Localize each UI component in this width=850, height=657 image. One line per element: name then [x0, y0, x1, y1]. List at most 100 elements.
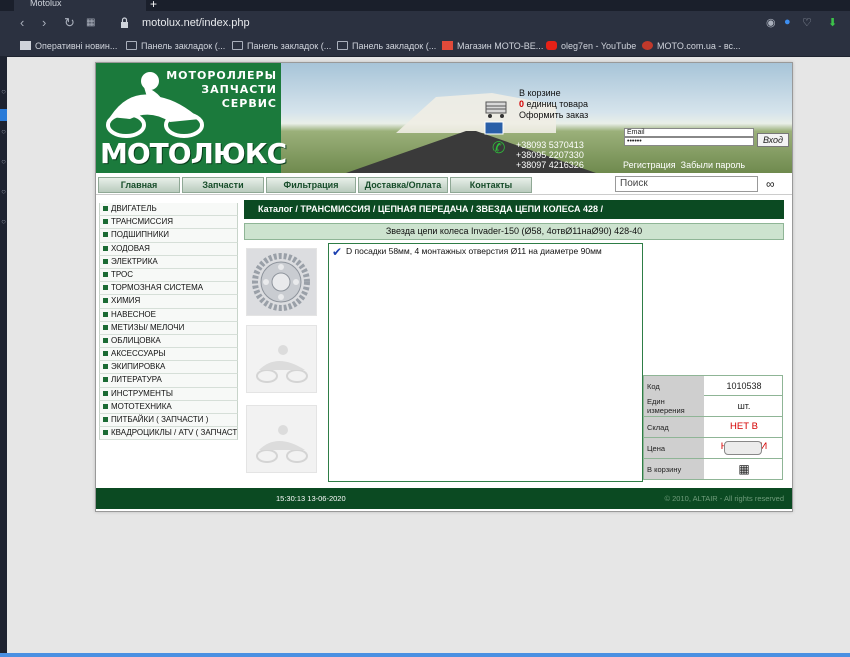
folder-icon — [126, 41, 137, 50]
phone-number[interactable]: +38095 2207330 — [516, 150, 584, 160]
bullet-icon — [103, 403, 108, 409]
bookmark-item[interactable]: Магазин МОТО-ВЕ... — [442, 41, 543, 51]
shield-icon[interactable]: ● — [784, 16, 791, 28]
prop-row-stock: Склад НЕТ В НАЛИЧИИ — [643, 417, 783, 452]
bullet-icon — [103, 298, 108, 304]
stock-status: НЕТ В НАЛИЧИИ — [721, 421, 767, 452]
bookmark-item[interactable]: Панель закладок (... — [232, 41, 331, 51]
bullet-icon — [103, 245, 108, 251]
login-button[interactable]: Вход — [757, 133, 789, 147]
add-to-cart-basket-icon[interactable]: ▦ — [738, 462, 749, 476]
browser-tab[interactable]: Motolux — [14, 0, 146, 11]
side-panel-icon[interactable]: ○ — [0, 217, 7, 226]
address-bar[interactable]: motolux.net/index.php — [120, 15, 720, 33]
bullet-icon — [103, 285, 108, 291]
browser-toolbar: ‹ › ↻ ▦ motolux.net/index.php ◉ ● ♡ ⬇ — [0, 11, 850, 37]
phone-list: +38093 5370413 +38095 2207330 +38097 421… — [516, 140, 584, 170]
sidebar-item[interactable]: ДВИГАТЕЛЬ — [99, 203, 238, 217]
register-link[interactable]: Регистрация — [623, 160, 676, 170]
prop-key: В корзину — [644, 459, 704, 479]
sidebar-item[interactable]: ТОРМОЗНАЯ СИСТЕМА — [99, 282, 238, 296]
side-panel-active-icon[interactable] — [0, 109, 7, 121]
sidebar-item[interactable]: ЭЛЕКТРИКА — [99, 255, 238, 269]
side-panel-icon[interactable]: ○ — [0, 87, 7, 96]
checkout-link[interactable]: Оформить заказ — [519, 110, 588, 121]
placeholder-moto-icon — [256, 345, 308, 383]
bookmark-item[interactable]: Панель закладок (... — [337, 41, 436, 51]
menu-item-parts[interactable]: Запчасти — [182, 177, 264, 193]
speed-dial-icon[interactable]: ▦ — [86, 17, 95, 28]
prop-key: Склад — [644, 417, 704, 437]
shopping-cart-icon[interactable] — [483, 99, 509, 119]
account-links: Регистрация Забыли пароль — [623, 160, 745, 170]
product-image[interactable] — [246, 248, 317, 316]
prop-value-code: 1010538 — [726, 381, 762, 391]
site-logo[interactable]: МОТОРОЛЛЕРЫ ЗАПЧАСТИ СЕРВИС МОТОЛЮКС — [96, 63, 287, 173]
search-input[interactable]: Поиск — [615, 176, 758, 192]
forgot-password-link[interactable]: Забыли пароль — [681, 160, 745, 170]
browser-side-panel: ○ ○ ○ ○ ○ — [0, 57, 7, 657]
sidebar-item[interactable]: ОБЛИЦОВКА — [99, 334, 238, 349]
sidebar-item[interactable]: АКСЕССУАРЫ — [99, 348, 238, 362]
sidebar-item[interactable]: НАВЕСНОЕ — [99, 308, 238, 322]
phone-number[interactable]: +38093 5370413 — [516, 140, 584, 150]
bullet-icon — [103, 337, 108, 343]
side-panel-icon[interactable]: ○ — [0, 187, 7, 196]
bookmark-item[interactable]: Оперативні новин... — [20, 41, 117, 51]
side-panel-icon[interactable]: ○ — [0, 127, 7, 136]
breadcrumb[interactable]: Каталог / ТРАНСМИССИЯ / ЦЕПНАЯ ПЕРЕДАЧА … — [244, 200, 784, 219]
sidebar-item[interactable]: ЭКИПИРОВКА — [99, 361, 238, 375]
sidebar-item[interactable]: ПОДШИПНИКИ — [99, 229, 238, 243]
side-panel-icon[interactable]: ○ — [0, 157, 7, 166]
search-glasses-icon[interactable]: ∞ — [766, 177, 775, 191]
menu-item-home[interactable]: Главная — [98, 177, 180, 193]
folder-icon — [232, 41, 243, 50]
sidebar-item[interactable]: ПИТБАЙКИ ( ЗАПЧАСТИ ) — [99, 414, 238, 428]
reload-icon[interactable]: ↻ — [64, 15, 75, 31]
password-field[interactable]: •••••• — [624, 137, 754, 146]
taskbar-edge — [0, 653, 850, 657]
camera-icon[interactable]: ◉ — [766, 16, 776, 29]
product-image-placeholder[interactable] — [246, 405, 317, 473]
browser-tab-bar: Motolux + — [0, 0, 850, 11]
cart-units: 0 единиц товара — [519, 99, 588, 109]
bookmark-item[interactable]: Панель закладок (... — [126, 41, 225, 51]
back-icon[interactable]: ‹ — [20, 15, 24, 30]
tab-title: Motolux — [30, 0, 62, 8]
new-tab-button[interactable]: + — [150, 0, 157, 11]
sidebar-item[interactable]: ХИМИЯ — [99, 295, 238, 309]
menu-item-delivery[interactable]: Доставка/Оплата — [358, 177, 448, 193]
logo-tagline-line: МОТОРОЛЛЕРЫ — [166, 69, 277, 82]
menu-item-filter[interactable]: Фильтрация — [266, 177, 356, 193]
price-input[interactable] — [724, 441, 762, 455]
login-form: Email •••••• — [624, 128, 754, 146]
moto-icon — [642, 41, 653, 50]
sidebar-item[interactable]: МЕТИЗЫ/ МЕЛОЧИ — [99, 321, 238, 335]
price-cell — [706, 438, 782, 458]
sidebar-item[interactable]: ХОДОВАЯ — [99, 242, 238, 256]
add-to-cart-cell: ▦ — [706, 459, 782, 479]
bullet-icon — [103, 364, 108, 370]
sidebar-item[interactable]: ТРАНСМИССИЯ — [99, 216, 238, 230]
download-icon[interactable]: ⬇ — [828, 16, 837, 29]
sidebar-item[interactable]: ЛИТЕРАТУРА — [99, 374, 238, 388]
menu-item-contacts[interactable]: Контакты — [450, 177, 532, 193]
bullet-icon — [103, 351, 108, 357]
forward-icon[interactable]: › — [42, 15, 46, 30]
prop-value-unit: шт. — [737, 401, 751, 411]
url-text: motolux.net/index.php — [142, 17, 250, 29]
email-field[interactable]: Email — [624, 128, 754, 137]
heart-icon[interactable]: ♡ — [802, 16, 812, 29]
shop-icon — [442, 41, 453, 50]
bookmark-item[interactable]: oleg7en - YouTube — [546, 41, 636, 51]
sidebar-item[interactable]: МОТОТЕХНИКА — [99, 400, 238, 414]
sidebar-item[interactable]: ИНСТРУМЕНТЫ — [99, 387, 238, 401]
phone-number[interactable]: +38097 4216326 — [516, 160, 584, 170]
bookmark-item[interactable]: MOTO.com.ua - вс... — [642, 41, 741, 51]
bullet-icon — [103, 430, 108, 436]
cart-label: В корзине — [519, 88, 561, 98]
sidebar-item[interactable]: КВАДРОЦИКЛЫ / ATV ( ЗАПЧАСТИ ) — [99, 427, 238, 441]
sidebar-item[interactable]: ТРОС — [99, 268, 238, 283]
product-image-placeholder[interactable] — [246, 325, 317, 393]
logo-tagline-line: СЕРВИС — [221, 97, 277, 110]
